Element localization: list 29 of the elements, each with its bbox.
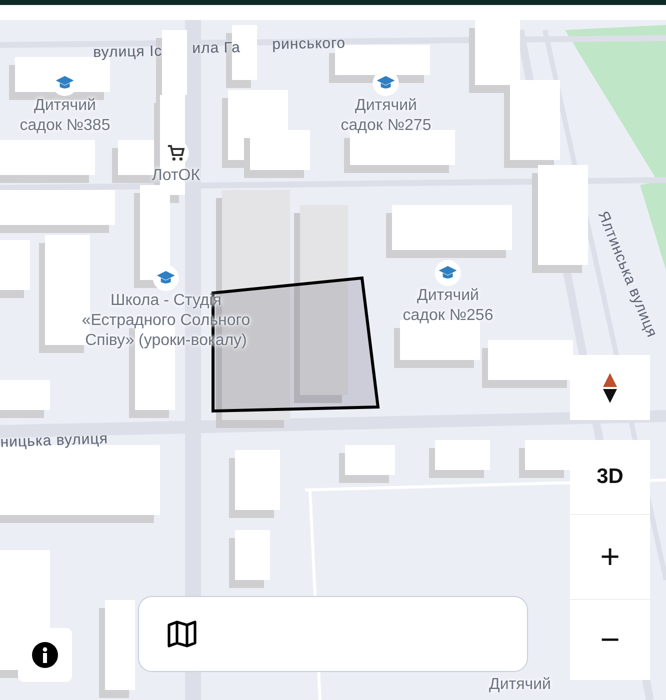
building (0, 380, 50, 410)
zoom-in-button[interactable]: + (570, 515, 650, 600)
building (0, 240, 30, 290)
place-label: Дитячий (489, 675, 551, 695)
street-label: ила Га (192, 38, 241, 59)
street-label: вулиця Іс (93, 42, 162, 63)
building (235, 530, 270, 580)
graduation-cap-icon (377, 76, 395, 90)
graduation-cap-icon (157, 271, 175, 285)
place-label: Дитячий садок №385 (20, 96, 110, 136)
building (235, 450, 280, 510)
building (525, 440, 570, 470)
compass-icon (603, 372, 617, 402)
building (475, 20, 520, 85)
compass-button[interactable] (570, 355, 650, 420)
view-mode-button[interactable]: 3D (570, 440, 650, 515)
zoom-out-button[interactable]: − (570, 600, 650, 680)
building (345, 445, 395, 475)
map-icon (167, 620, 197, 648)
place-label: Дитячий садок №256 (402, 286, 494, 326)
graduation-cap-icon (56, 76, 74, 90)
graduation-cap-icon (439, 266, 457, 280)
info-icon (32, 642, 58, 668)
place-label: Дитячий садок №275 (340, 96, 432, 136)
building (435, 440, 490, 470)
street-label: ницька вулиця (0, 429, 108, 453)
place-label: ЛотОК (152, 166, 200, 186)
shopping-cart-icon (167, 144, 185, 162)
street-label: ринського (272, 34, 346, 55)
